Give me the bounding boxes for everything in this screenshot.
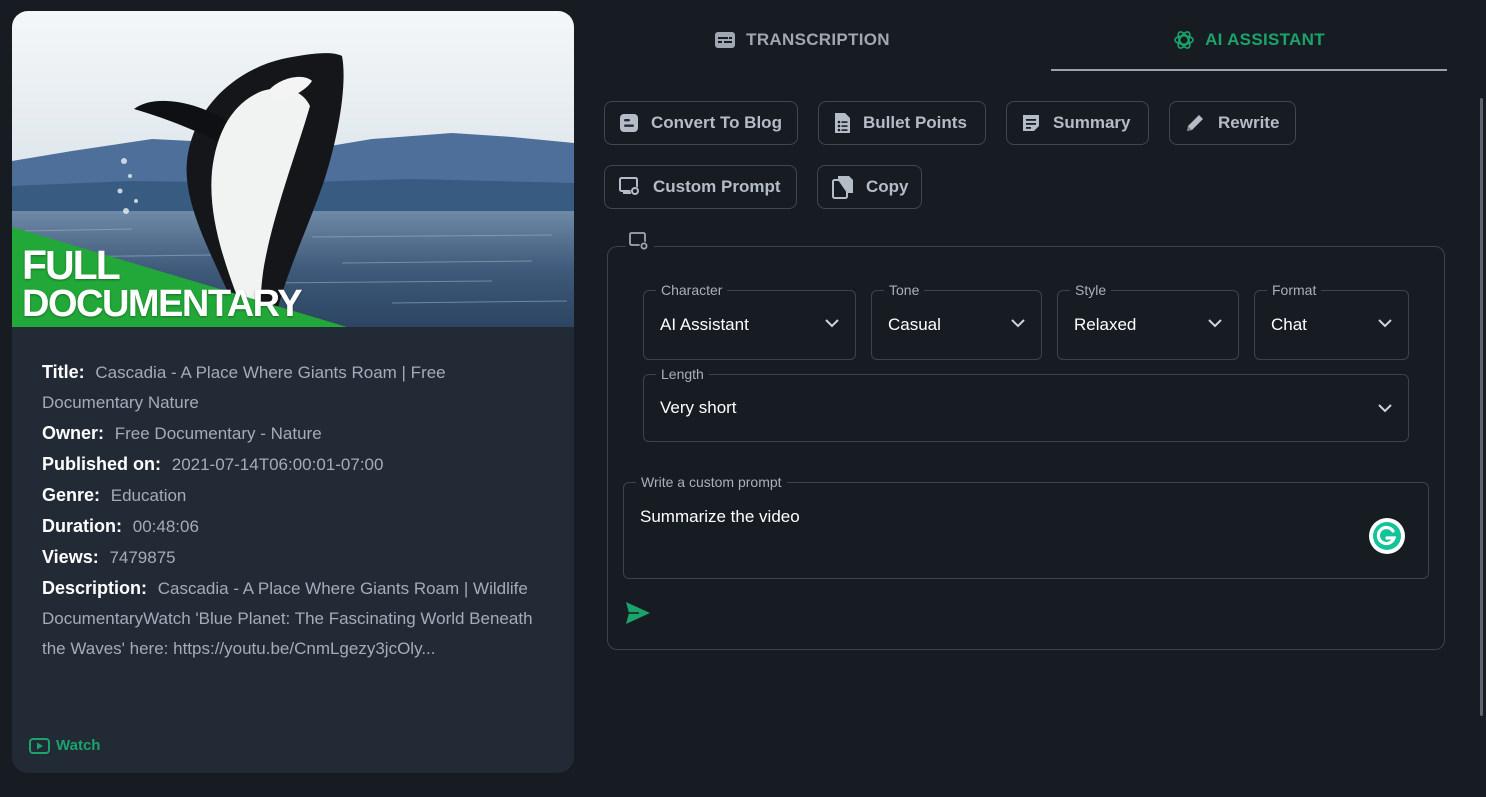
bullet-points-label: Bullet Points <box>863 113 967 132</box>
custom-prompt-label: Custom Prompt <box>653 177 781 196</box>
watch-label: Watch <box>56 737 101 754</box>
length-value: Very short <box>660 398 737 417</box>
tone-label: Tone <box>884 282 925 298</box>
length-label: Length <box>656 366 709 382</box>
copy-icon <box>832 176 853 199</box>
format-select[interactable]: Format Chat <box>1254 282 1409 360</box>
settings-panel-icon <box>626 232 654 257</box>
subtitles-icon <box>715 32 736 48</box>
meta-key: Published on: <box>42 454 161 474</box>
meta-key: Description: <box>42 578 148 598</box>
send-button[interactable] <box>625 601 651 630</box>
tab-ai-assistant-label: AI ASSISTANT <box>1205 29 1325 49</box>
video-thumbnail[interactable]: FULL DOCUMENTARY <box>12 11 574 327</box>
meta-value: 7479875 <box>109 548 176 567</box>
notes-icon <box>1023 115 1039 131</box>
meta-genre: Genre: Education <box>42 480 544 511</box>
character-label: Character <box>656 282 728 298</box>
blogger-icon <box>620 114 638 132</box>
summary-button[interactable]: Summary <box>1006 101 1149 145</box>
video-metadata: Title: Cascadia - A Place Where Giants R… <box>12 327 574 664</box>
app-root: FULL DOCUMENTARY Title: Cascadia - A Pla… <box>0 0 1486 797</box>
meta-key: Owner: <box>42 423 105 443</box>
meta-duration: Duration: 00:48:06 <box>42 511 544 542</box>
chevron-down-icon <box>1378 319 1392 328</box>
openai-icon <box>1174 30 1194 49</box>
meta-value: 00:48:06 <box>132 517 199 536</box>
tone-value: Casual <box>888 315 941 334</box>
document-list-icon <box>835 113 850 133</box>
meta-description: Description: Cascadia - A Place Where Gi… <box>42 573 544 664</box>
copy-label: Copy <box>866 177 909 196</box>
grammarly-icon[interactable] <box>1368 517 1406 555</box>
meta-value: 2021-07-14T06:00:01-07:00 <box>171 455 384 474</box>
length-select[interactable]: Length Very short <box>643 366 1409 442</box>
scrollbar[interactable] <box>1480 98 1483 716</box>
rewrite-button[interactable]: Rewrite <box>1169 101 1296 145</box>
meta-owner: Owner: Free Documentary - Nature <box>42 418 544 449</box>
chevron-down-icon <box>1011 319 1025 328</box>
video-card: FULL DOCUMENTARY Title: Cascadia - A Pla… <box>12 11 574 773</box>
copy-button[interactable]: Copy <box>817 165 922 209</box>
pen-icon <box>1187 115 1203 131</box>
meta-value: Education <box>110 486 187 505</box>
character-select[interactable]: Character AI Assistant <box>643 282 856 360</box>
custom-prompt-field[interactable]: Write a custom prompt Summarize the vide… <box>623 474 1429 579</box>
chevron-down-icon <box>1378 404 1392 413</box>
style-value: Relaxed <box>1074 315 1137 334</box>
format-label: Format <box>1267 282 1322 298</box>
character-value: AI Assistant <box>660 315 749 334</box>
meta-key: Genre: <box>42 485 101 505</box>
meta-key: Views: <box>42 547 99 567</box>
custom-prompt-button[interactable]: Custom Prompt <box>604 165 797 209</box>
bullet-points-button[interactable]: Bullet Points <box>818 101 986 145</box>
tab-ai-assistant[interactable]: AI ASSISTANT <box>1051 10 1447 71</box>
format-value: Chat <box>1271 315 1307 334</box>
tab-transcription[interactable]: TRANSCRIPTION <box>612 10 992 70</box>
convert-to-blog-label: Convert To Blog <box>651 113 782 132</box>
meta-value: Free Documentary - Nature <box>114 424 322 443</box>
watch-link[interactable]: Watch <box>29 737 100 754</box>
meta-key: Duration: <box>42 516 122 536</box>
screen-settings-icon <box>619 177 640 196</box>
meta-views: Views: 7479875 <box>42 542 544 573</box>
thumbnail-text-documentary: DOCUMENTARY <box>22 283 303 325</box>
custom-prompt-text: Summarize the video <box>640 507 800 526</box>
summary-label: Summary <box>1053 113 1131 132</box>
tab-transcription-label: TRANSCRIPTION <box>746 30 890 49</box>
meta-published: Published on: 2021-07-14T06:00:01-07:00 <box>42 449 544 480</box>
play-icon <box>29 737 50 754</box>
meta-key: Title: <box>42 362 85 382</box>
thumbnail-text-full: FULL <box>22 242 121 288</box>
send-icon <box>626 602 650 624</box>
meta-title: Title: Cascadia - A Place Where Giants R… <box>42 357 544 418</box>
chevron-down-icon <box>1208 319 1222 328</box>
custom-prompt-field-label: Write a custom prompt <box>636 474 787 490</box>
chevron-down-icon <box>825 319 839 328</box>
meta-value: Cascadia - A Place Where Giants Roam | F… <box>42 363 446 412</box>
convert-to-blog-button[interactable]: Convert To Blog <box>604 101 798 145</box>
rewrite-label: Rewrite <box>1218 113 1280 132</box>
screen-settings-icon <box>629 232 649 251</box>
style-select[interactable]: Style Relaxed <box>1057 282 1239 360</box>
style-label: Style <box>1070 282 1112 298</box>
tone-select[interactable]: Tone Casual <box>871 282 1042 360</box>
